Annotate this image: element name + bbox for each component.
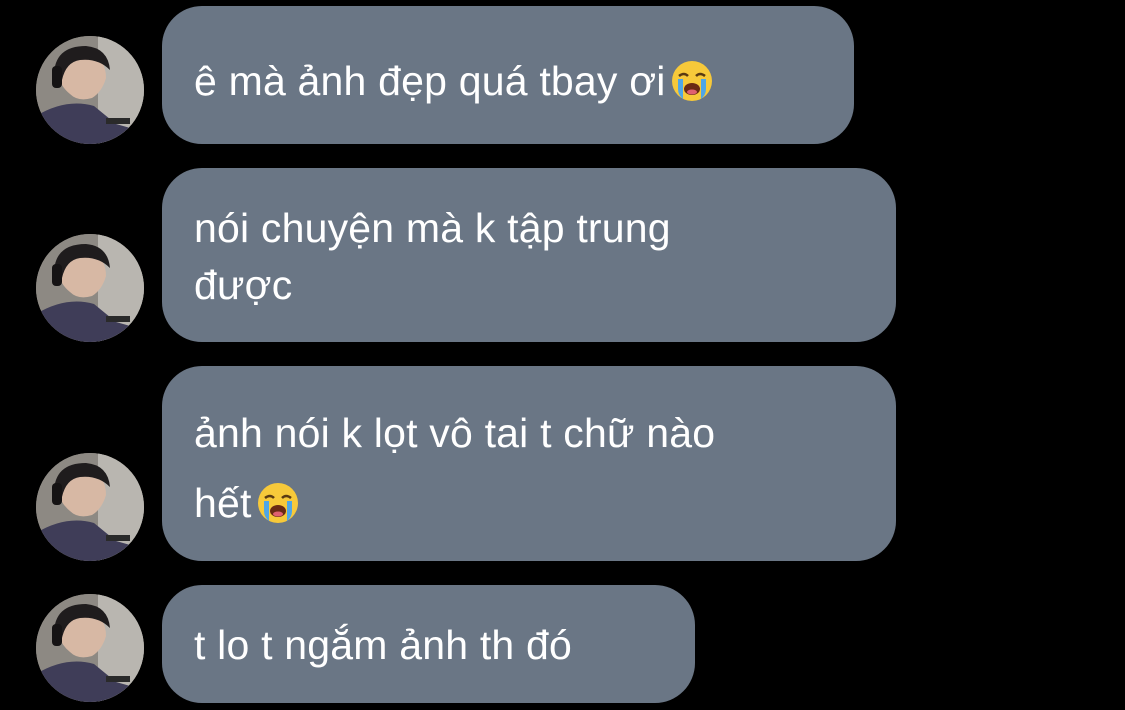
- loudly-crying-face-icon: [256, 481, 300, 525]
- message-text-line: ảnh nói k lọt vô tai t chữ nào: [194, 410, 716, 456]
- sender-avatar[interactable]: [36, 234, 144, 342]
- avatar-photo: [36, 453, 144, 561]
- message-bubble[interactable]: ảnh nói k lọt vô tai t chữ nào hết: [162, 366, 896, 561]
- message-bubble[interactable]: nói chuyện mà k tập trung được: [162, 168, 896, 342]
- avatar-photo: [36, 36, 144, 144]
- message-text-line: được: [194, 262, 293, 308]
- sender-avatar[interactable]: [36, 594, 144, 702]
- sender-avatar[interactable]: [36, 36, 144, 144]
- avatar-photo: [36, 594, 144, 702]
- message-text-line: hết: [194, 468, 864, 538]
- avatar-photo: [36, 234, 144, 342]
- loudly-crying-face-icon: [670, 59, 714, 103]
- message-text-line: nói chuyện mà k tập trung: [194, 205, 671, 251]
- message-text: ê mà ảnh đẹp quá tbay ơi: [194, 53, 822, 110]
- sender-avatar[interactable]: [36, 453, 144, 561]
- message-bubble[interactable]: ê mà ảnh đẹp quá tbay ơi: [162, 6, 854, 144]
- chat-thread: ê mà ảnh đẹp quá tbay ơi nói chuyện mà k…: [0, 0, 1125, 710]
- message-bubble[interactable]: t lo t ngắm ảnh th đó: [162, 585, 695, 703]
- message-text-line: t lo t ngắm ảnh th đó: [194, 622, 573, 668]
